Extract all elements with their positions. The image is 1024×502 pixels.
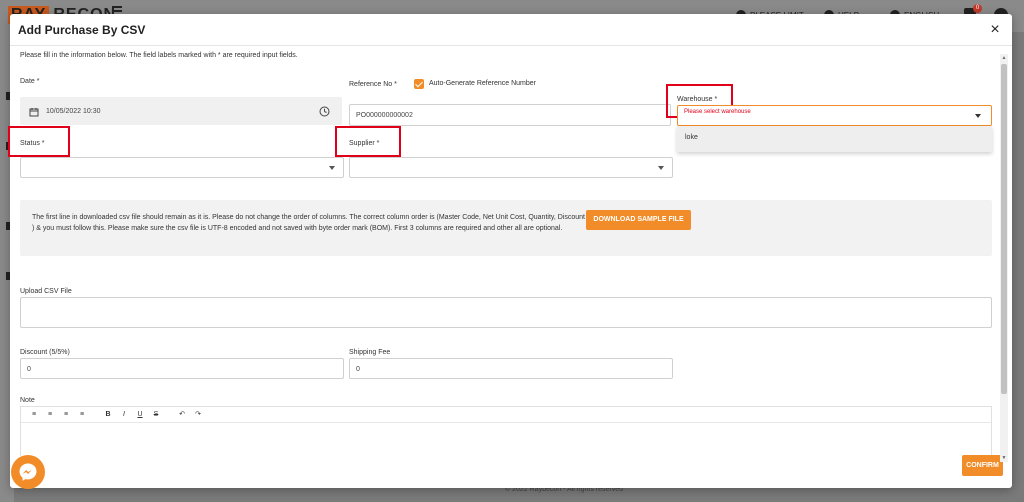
upload-label: Upload CSV File: [20, 288, 72, 295]
reference-label: Reference No *: [349, 81, 397, 88]
supplier-select[interactable]: [349, 157, 673, 178]
note-editor[interactable]: ≡ ≡ ≡ ≡ B I U S ↶ ↷: [20, 406, 992, 456]
italic-icon[interactable]: I: [119, 410, 129, 420]
form-intro: Please fill in the information below. Th…: [20, 52, 298, 59]
menu-icon[interactable]: [112, 10, 122, 12]
discount-label: Discount (5/5%): [20, 349, 70, 356]
supplier-highlight: [335, 126, 401, 157]
shipping-value: 0: [356, 366, 360, 373]
warehouse-select[interactable]: Please select warehouse: [677, 105, 992, 126]
csv-instructions: The first line in downloaded csv file sh…: [32, 214, 585, 232]
undo-icon[interactable]: ↶: [177, 410, 187, 420]
messenger-icon: [19, 463, 37, 481]
close-icon[interactable]: ×: [988, 21, 1002, 38]
reference-value: PO000000000002: [356, 112, 413, 119]
bold-icon[interactable]: B: [103, 410, 113, 420]
modal-scrollbar[interactable]: ▲ ▼: [1000, 54, 1008, 462]
align-right-icon[interactable]: ≡: [61, 410, 71, 420]
warehouse-placeholder: Please select warehouse: [684, 109, 751, 115]
warehouse-dropdown: loke: [677, 126, 992, 152]
modal-header: Add Purchase By CSV ×: [10, 14, 1012, 46]
align-center-icon[interactable]: ≡: [45, 410, 55, 420]
underline-icon[interactable]: U: [135, 410, 145, 420]
download-sample-button[interactable]: DOWNLOAD SAMPLE FILE: [586, 210, 691, 230]
auto-generate-label: Auto-Generate Reference Number: [429, 80, 536, 87]
reference-input[interactable]: PO000000000002: [349, 104, 671, 126]
scroll-thumb[interactable]: [1001, 64, 1007, 394]
messenger-button[interactable]: [11, 455, 45, 489]
cart-badge: 0: [973, 4, 982, 13]
upload-csv-input[interactable]: [20, 297, 992, 328]
status-highlight: [8, 126, 70, 157]
status-select[interactable]: [20, 157, 344, 178]
modal-title: Add Purchase By CSV: [18, 22, 146, 37]
chevron-down-icon: [975, 114, 981, 118]
calendar-icon: [29, 108, 39, 117]
strikethrough-icon[interactable]: S: [151, 410, 161, 420]
align-justify-icon[interactable]: ≡: [77, 410, 87, 420]
editor-toolbar: ≡ ≡ ≡ ≡ B I U S ↶ ↷: [21, 407, 991, 423]
scroll-up-icon[interactable]: ▲: [1000, 54, 1008, 62]
clock-icon[interactable]: [319, 106, 330, 117]
add-purchase-modal: Add Purchase By CSV × Please fill in the…: [8, 14, 1012, 488]
warehouse-option-loke[interactable]: loke: [685, 134, 698, 141]
discount-value: 0: [27, 366, 31, 373]
redo-icon[interactable]: ↷: [193, 410, 203, 420]
csv-info-box: The first line in downloaded csv file sh…: [20, 200, 992, 256]
date-value: 10/05/2022 10:30: [46, 108, 101, 115]
align-left-icon[interactable]: ≡: [29, 410, 39, 420]
date-label: Date *: [20, 78, 40, 85]
date-input[interactable]: 10/05/2022 10:30: [20, 97, 342, 125]
discount-input[interactable]: 0: [20, 358, 344, 379]
chevron-down-icon: [329, 166, 335, 170]
note-label: Note: [20, 397, 35, 404]
confirm-button[interactable]: CONFIRM: [962, 455, 1003, 476]
shipping-label: Shipping Fee: [349, 349, 391, 356]
chevron-down-icon: [658, 166, 664, 170]
shipping-input[interactable]: 0: [349, 358, 673, 379]
scroll-down-icon[interactable]: ▼: [1000, 454, 1008, 462]
auto-generate-checkbox[interactable]: [414, 79, 424, 89]
